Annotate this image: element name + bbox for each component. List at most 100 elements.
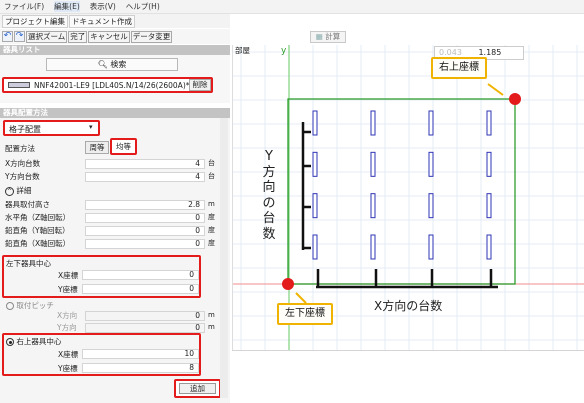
y-count-input[interactable]: 4 [85,172,205,182]
luminaire[interactable] [428,110,434,136]
radio-checked-icon [6,338,14,346]
menu-edit[interactable]: 編集(E) [54,1,80,12]
horizontal-angle-row: 水平角（Z軸回転） 0 度 [3,212,218,223]
delete-button[interactable]: 削除 [189,79,211,91]
pitch-x-input[interactable]: 0 [85,311,205,321]
luminaire[interactable] [428,234,434,260]
room-label: 部屋 [235,46,250,55]
upper-right-x-input[interactable]: 10 [82,349,199,359]
upper-right-y-input[interactable]: 8 [82,363,199,373]
upper-right-point [509,93,521,105]
lower-left-y-label: Y座標 [58,285,78,294]
vertical-x-angle-label: 鉛直角（X軸回転） [5,239,71,248]
callout-upper-right: 右上座標 [431,57,487,79]
menu-view[interactable]: 表示(V) [90,1,116,12]
luminaire[interactable] [312,151,318,177]
y-annotation-char: 数 [262,226,276,242]
x-count-input[interactable]: 4 [85,159,205,169]
luminaire[interactable] [428,151,434,177]
tab-project-edit[interactable]: プロジェクト編集 [2,14,68,28]
y-count-bracket [301,122,311,250]
luminaire[interactable] [370,110,376,136]
tab-equal-spacing[interactable]: 周等 [85,141,109,154]
callout-pointer-upper [487,83,504,96]
tab-pitch[interactable]: 均等 [110,138,137,155]
upper-right-center-group: 右上器具中心 X座標 10 Y座標 8 [2,333,201,376]
luminaire[interactable] [312,193,318,219]
calc-button[interactable]: ▦ 計算 [310,31,346,43]
search-label: 検索 [110,60,127,69]
y-count-unit: 台 [208,172,215,180]
lower-left-center-group: 左下器具中心 X座標 0 Y座標 0 [2,255,201,298]
luminaire[interactable] [428,193,434,219]
cancel-button[interactable]: キャンセル [88,30,130,43]
vertical-y-angle-unit: 度 [208,226,215,234]
vertical-x-angle-input[interactable]: 0 [85,239,205,249]
y-annotation-char: Y [265,149,273,164]
menu-help[interactable]: ヘルプ(H) [126,1,160,12]
x-count-row: X方向台数 4 台 [3,158,218,169]
y-count-label: Y方向台数 [5,172,40,181]
pitch-y-unit: m [208,323,215,331]
detail-toggle[interactable]: ^ 詳細 [5,185,31,196]
luminaire[interactable] [486,110,492,136]
luminaire[interactable] [312,234,318,260]
panel-scrollbar[interactable] [220,118,228,398]
callout-lower-left: 左下座標 [277,303,333,325]
search-icon: 🔍︎ [97,60,108,69]
pitch-y-input[interactable]: 0 [85,323,205,333]
calc-label: 計算 [325,32,341,41]
done-button[interactable]: 完了 [68,30,88,43]
luminaire-grid [312,110,492,260]
undo-icon[interactable]: ↶ [2,31,13,42]
toolbar: ↶ ↷ 選択ズーム 完了 キャンセル データ変更 [0,29,230,44]
drawing-canvas[interactable]: 部屋 y 0.043 1.185 右上座標 左下座標 Y方向の台数 X方向の台数 [232,45,584,350]
x-count-label: X方向台数 [5,159,41,168]
tab-document-create[interactable]: ドキュメント作成 [69,14,135,28]
luminaire[interactable] [486,151,492,177]
pitch-option-label: 取付ピッチ [16,301,54,310]
lower-left-point [282,278,294,290]
y-annotation-char: の [262,195,276,211]
horizontal-angle-unit: 度 [208,213,215,221]
chevron-down-icon: ▾ [89,123,93,131]
vertical-x-angle-row: 鉛直角（X軸回転） 0 度 [3,238,218,249]
luminaire[interactable] [486,193,492,219]
y-count-annotation: Y方向の台数 [262,149,276,242]
select-zoom-button[interactable]: 選択ズーム [26,30,68,43]
lower-left-y-input[interactable]: 0 [82,284,199,294]
lower-left-title: 左下器具中心 [6,259,51,268]
luminaire[interactable] [370,193,376,219]
lower-left-x-input[interactable]: 0 [82,270,199,280]
vertical-y-angle-input[interactable]: 0 [85,226,205,236]
horizontal-angle-input[interactable]: 0 [85,213,205,223]
pitch-x-unit: m [208,311,215,319]
vertical-y-angle-row: 鉛直角（Y軸回転） 0 度 [3,225,218,236]
height-input[interactable]: 2.8 [85,200,205,210]
data-change-button[interactable]: データ変更 [130,30,173,43]
add-button[interactable]: 追加 [179,383,216,394]
y-count-row: Y方向台数 4 台 [3,171,218,182]
luminaire-thumbnail-icon [8,82,30,88]
equipment-name: NNF42001-LE9 [LDL40S.N/14/26(2600A)*2] [34,81,198,90]
redo-icon[interactable]: ↷ [14,31,25,42]
luminaire[interactable] [486,234,492,260]
coord-readout-left: 0.043 [439,48,462,57]
lower-pane [232,350,584,403]
search-button[interactable]: 🔍︎ 検索 [46,58,178,71]
pitch-x-row: X方向 0 m [3,310,218,321]
height-row: 器具取付高さ 2.8 m [3,199,218,210]
upper-right-option-label: 右上器具中心 [16,337,62,346]
placement-method-value: 格子配置 [9,125,41,134]
luminaire[interactable] [370,234,376,260]
upper-right-option[interactable]: 右上器具中心 [6,336,61,347]
placement-method-select[interactable]: 格子配置 ▾ [3,120,100,136]
luminaire[interactable] [370,151,376,177]
luminaire[interactable] [312,110,318,136]
menu-bar: ファイル(F) 編集(E) 表示(V) ヘルプ(H) [0,0,584,14]
equipment-list-item[interactable]: NNF42001-LE9 [LDL40S.N/14/26(2600A)*2] 削… [2,77,213,93]
y-annotation-char: 台 [262,211,276,226]
coord-readout-right: 1.185 [478,48,502,57]
callout-pointer-lower [295,292,307,304]
menu-file[interactable]: ファイル(F) [4,1,44,12]
